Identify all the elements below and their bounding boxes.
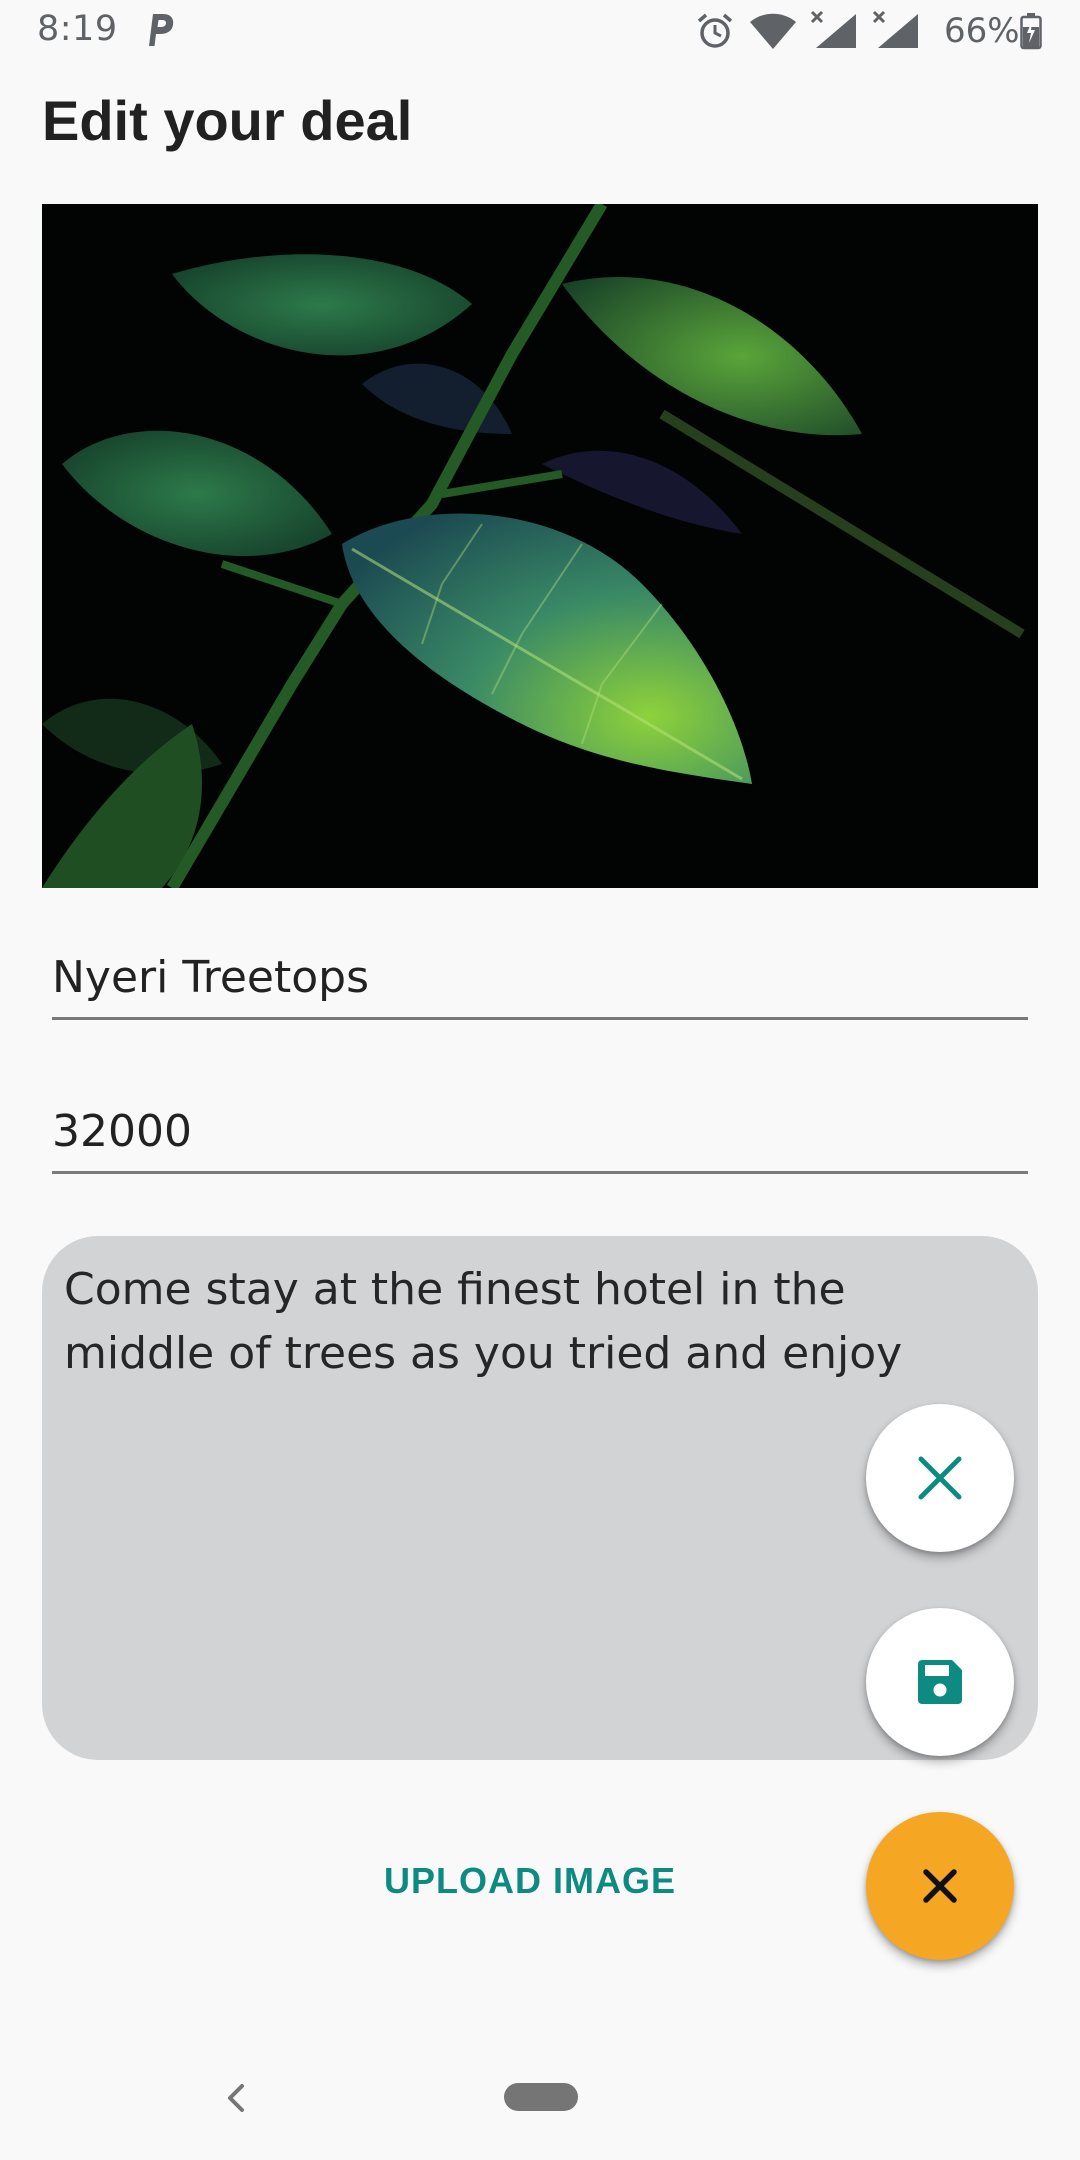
save-fab[interactable] bbox=[866, 1608, 1014, 1756]
upload-image-button[interactable]: UPLOAD IMAGE bbox=[360, 1860, 700, 1916]
status-time: 8:19 bbox=[37, 9, 118, 49]
close-icon bbox=[923, 1869, 957, 1903]
signal-icon bbox=[810, 10, 856, 48]
parking-icon bbox=[149, 14, 174, 46]
deal-price-field[interactable]: 32000 bbox=[52, 1094, 1028, 1174]
wifi-icon bbox=[750, 13, 796, 49]
page-title: Edit your deal bbox=[42, 89, 413, 152]
home-pill[interactable] bbox=[504, 2083, 578, 2111]
cancel-fab[interactable] bbox=[866, 1404, 1014, 1552]
status-bar: 8:19 66% bbox=[0, 0, 1080, 62]
edit-deal-screen: 8:19 66% Edit your deal Nyeri Treetops 3… bbox=[0, 0, 1080, 2160]
deal-title-field[interactable]: Nyeri Treetops bbox=[52, 940, 1028, 1020]
signal-icon bbox=[872, 10, 918, 48]
battery-icon bbox=[1020, 13, 1042, 50]
back-icon[interactable] bbox=[222, 2080, 250, 2116]
toggle-fab[interactable] bbox=[866, 1812, 1014, 1960]
deal-image[interactable] bbox=[42, 204, 1038, 888]
alarm-icon bbox=[697, 13, 733, 48]
save-icon bbox=[918, 1660, 962, 1704]
close-icon bbox=[918, 1456, 962, 1500]
deal-title-value: Nyeri Treetops bbox=[52, 952, 370, 1003]
deal-description-value: Come stay at the finest hotel in the mid… bbox=[64, 1264, 903, 1379]
battery-percentage: 66% bbox=[944, 11, 1020, 51]
deal-price-value: 32000 bbox=[52, 1106, 192, 1157]
